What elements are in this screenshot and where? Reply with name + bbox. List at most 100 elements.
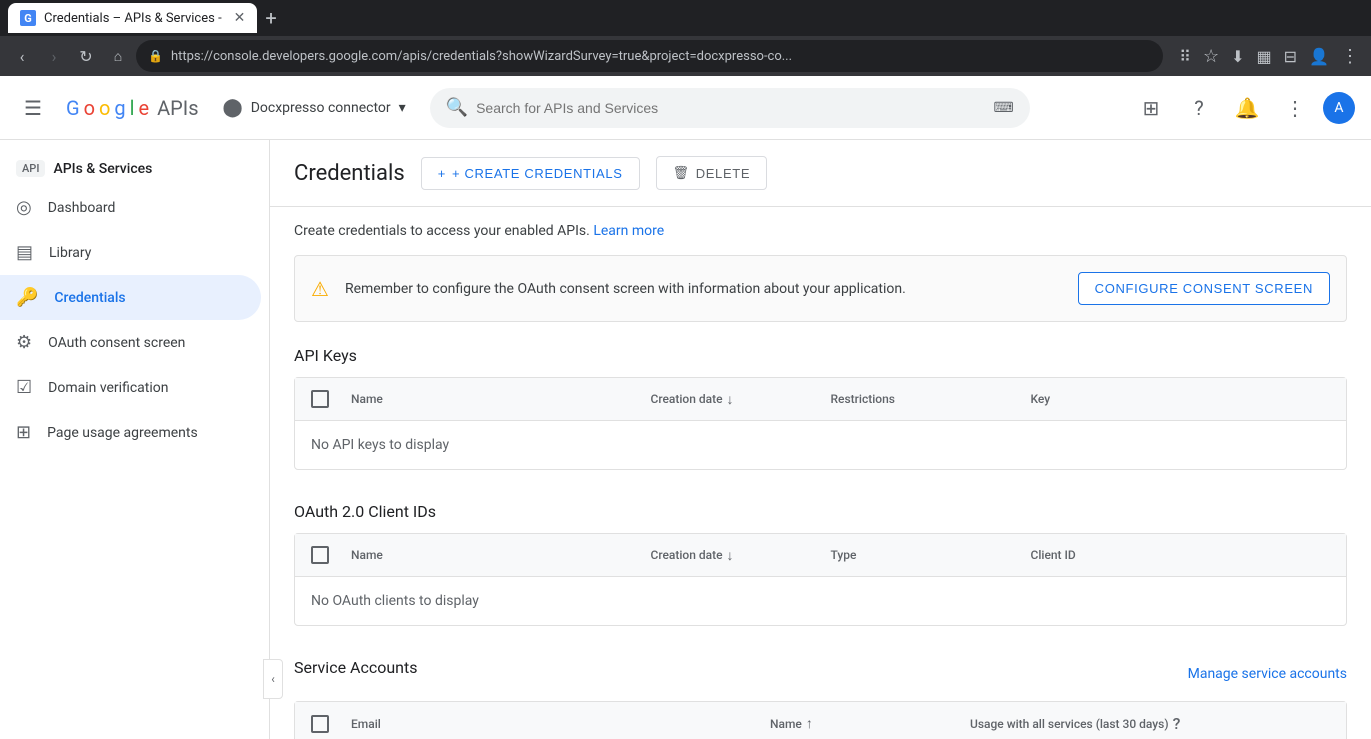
split-icon[interactable]: ⊟	[1280, 43, 1301, 70]
sa-select-all[interactable]	[311, 715, 329, 733]
home-button[interactable]: ⌂	[104, 42, 132, 70]
google-apis-text: APIs	[157, 96, 198, 120]
oauth-section: OAuth 2.0 Client IDs Name Creation date …	[294, 502, 1347, 626]
google-e-red: e	[138, 96, 149, 120]
project-dot-icon: ⬤	[223, 97, 243, 118]
sidebar-item-credentials[interactable]: 🔑 Credentials	[0, 275, 261, 320]
new-tab-button[interactable]: +	[261, 6, 280, 30]
oauth-client-id-col: Client ID	[1031, 548, 1331, 562]
oauth-sort-down-icon: ↓	[727, 547, 734, 564]
back-button[interactable]: ‹	[8, 42, 36, 70]
content-area: Credentials + + CREATE CREDENTIALS 🗑 DEL…	[270, 140, 1371, 739]
warning-text: Remember to configure the OAuth consent …	[345, 281, 1062, 297]
api-keys-empty-row: No API keys to display	[295, 421, 1346, 469]
bookmark-icon[interactable]: ☆	[1199, 42, 1223, 71]
help-icon[interactable]: ?	[1179, 88, 1219, 128]
sidebar-label-credentials: Credentials	[54, 290, 125, 306]
tab-close-icon[interactable]: ✕	[234, 10, 246, 26]
sidebar-toggle-icon[interactable]: ▦	[1253, 43, 1276, 70]
sidebar-item-dashboard[interactable]: ◎ Dashboard	[0, 185, 261, 230]
oauth-select-all-checkbox[interactable]	[311, 546, 329, 564]
sidebar-header: API APIs & Services	[0, 148, 269, 185]
apps-icon[interactable]: ⊞	[1131, 88, 1171, 128]
oauth-table: Name Creation date ↓ Type Client ID	[294, 533, 1347, 626]
forward-button[interactable]: ›	[40, 42, 68, 70]
profile-icon[interactable]: 👤	[1305, 43, 1333, 70]
learn-more-link[interactable]: Learn more	[593, 223, 664, 239]
oauth-name-col[interactable]: Name	[351, 548, 651, 562]
extensions-icon[interactable]: ⠿	[1175, 43, 1195, 70]
sidebar: API APIs & Services ◎ Dashboard ▤ Librar…	[0, 140, 270, 739]
google-g-blue2: g	[114, 96, 125, 120]
create-credentials-button[interactable]: + + CREATE CREDENTIALS	[421, 157, 640, 190]
api-keys-name-col[interactable]: Name	[351, 392, 651, 406]
oauth-title: OAuth 2.0 Client IDs	[294, 502, 1347, 521]
project-selector[interactable]: ⬤ Docxpresso connector ▾	[215, 93, 414, 122]
tab-title: Credentials – APIs & Services -	[44, 11, 222, 26]
api-badge: API	[16, 160, 45, 177]
oauth-creation-date-col[interactable]: Creation date ↓	[651, 547, 831, 564]
browser-chrome: G Credentials – APIs & Services - ✕ +	[0, 0, 1371, 36]
dashboard-icon: ◎	[16, 197, 32, 218]
notifications-icon[interactable]: 🔔	[1227, 88, 1267, 128]
download-icon[interactable]: ⬇	[1227, 43, 1248, 70]
service-accounts-section: Service Accounts Manage service accounts…	[294, 658, 1347, 739]
delete-button[interactable]: 🗑 DELETE	[656, 156, 768, 190]
manage-service-accounts-link[interactable]: Manage service accounts	[1188, 666, 1347, 682]
search-icon: 🔍	[446, 97, 468, 118]
collapse-sidebar-button[interactable]: ‹	[263, 659, 283, 699]
domain-icon: ☑	[16, 377, 32, 398]
more-options-icon[interactable]: ⋮	[1275, 88, 1315, 128]
api-keys-select-all-checkbox[interactable]	[311, 390, 329, 408]
tab-favicon: G	[20, 10, 36, 26]
avatar[interactable]: A	[1323, 92, 1355, 124]
sidebar-label-oauth: OAuth consent screen	[48, 335, 185, 351]
reload-button[interactable]: ↻	[72, 42, 100, 70]
sidebar-item-domain[interactable]: ☑ Domain verification	[0, 365, 261, 410]
api-keys-section: API Keys Name Creation date ↓ Restrictio…	[294, 346, 1347, 470]
oauth-empty-row: No OAuth clients to display	[295, 577, 1346, 625]
usage-info-icon[interactable]: ?	[1173, 714, 1181, 733]
search-input[interactable]	[476, 100, 985, 116]
api-keys-key-col: Key	[1031, 392, 1331, 406]
app-bar: ☰ Google APIs ⬤ Docxpresso connector ▾ 🔍…	[0, 76, 1371, 140]
api-keys-title: API Keys	[294, 346, 1347, 365]
sidebar-label-page-usage: Page usage agreements	[47, 425, 198, 441]
search-keyboard-icon: ⌨	[993, 100, 1013, 116]
browser-tab[interactable]: G Credentials – APIs & Services - ✕	[8, 3, 257, 33]
api-keys-restrictions-col: Restrictions	[831, 392, 1031, 406]
info-text: Create credentials to access your enable…	[294, 223, 1347, 239]
content-header: Credentials + + CREATE CREDENTIALS 🗑 DEL…	[270, 140, 1371, 207]
oauth-icon: ⚙	[16, 332, 32, 353]
configure-consent-button[interactable]: CONFIGURE CONSENT SCREEN	[1078, 272, 1330, 305]
sa-name-col[interactable]: Name ↑	[770, 715, 970, 732]
search-bar[interactable]: 🔍 ⌨	[430, 88, 1030, 128]
sidebar-label-library: Library	[49, 245, 91, 261]
sidebar-item-page-usage[interactable]: ⊞ Page usage agreements	[0, 410, 261, 455]
warning-banner: ⚠ Remember to configure the OAuth consen…	[294, 255, 1347, 322]
sa-email-col: Email	[351, 717, 770, 731]
google-o-red: o	[84, 96, 95, 120]
page-usage-icon: ⊞	[16, 422, 31, 443]
google-apis-logo: Google APIs	[66, 96, 199, 120]
sa-sort-up-icon: ↑	[806, 715, 813, 732]
oauth-type-col: Type	[831, 548, 1031, 562]
menu-icon[interactable]: ⋮	[1337, 42, 1363, 71]
service-accounts-title: Service Accounts	[294, 658, 417, 677]
delete-label: DELETE	[696, 166, 750, 181]
sidebar-item-oauth[interactable]: ⚙ OAuth consent screen	[0, 320, 261, 365]
hamburger-icon[interactable]: ☰	[16, 88, 50, 128]
api-keys-creation-date-col[interactable]: Creation date ↓	[651, 391, 831, 408]
address-bar[interactable]: 🔒 https://console.developers.google.com/…	[136, 40, 1163, 72]
service-accounts-table: Email Name ↑ Usage with all services (la…	[294, 701, 1347, 739]
appbar-icons: ⊞ ? 🔔 ⋮ A	[1131, 88, 1355, 128]
browser-navbar: ‹ › ↻ ⌂ 🔒 https://console.developers.goo…	[0, 36, 1371, 76]
sidebar-item-library[interactable]: ▤ Library	[0, 230, 261, 275]
project-arrow-icon: ▾	[399, 100, 406, 116]
google-o-yellow: o	[99, 96, 110, 120]
page-title: Credentials	[294, 161, 405, 186]
sort-down-icon: ↓	[727, 391, 734, 408]
url-text: https://console.developers.google.com/ap…	[171, 49, 792, 64]
api-keys-table-header: Name Creation date ↓ Restrictions Key	[295, 378, 1346, 421]
sidebar-label-domain: Domain verification	[48, 380, 168, 396]
